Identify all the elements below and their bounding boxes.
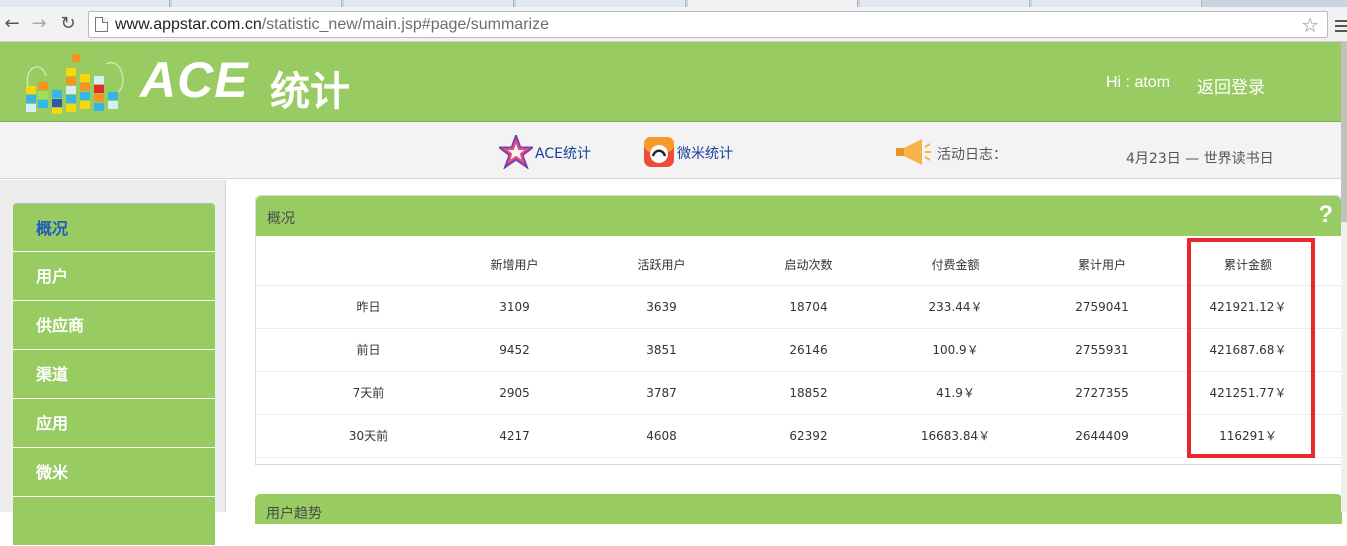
sidebar: 概况 用户 供应商 渠道 应用 微米 (0, 180, 226, 546)
column-header (296, 236, 441, 286)
table-cell: 18852 (789, 386, 828, 400)
column-header: 活跃用户 (637, 258, 686, 272)
activity-log-value: 4月23日 — 世界读书日 (1126, 151, 1274, 167)
forward-arrow-icon[interactable]: → (27, 13, 51, 35)
ace-stats-link[interactable]: ACE统计 (535, 143, 591, 163)
overview-panel-header: 概况 ? (256, 196, 1341, 236)
table-cell: 18704 (789, 300, 828, 314)
user-trend-panel: 用户趋势 (255, 494, 1342, 524)
table-cell: 2755931 (1075, 343, 1129, 357)
table-cell: 3639 (646, 300, 677, 314)
table-header-row: 新增用户 活跃用户 启动次数 付费金额 累计用户 累计金额 (256, 236, 1342, 286)
column-header: 新增用户 (490, 258, 539, 272)
table-cell: 3851 (646, 343, 677, 357)
table-row: 昨日 3109 3639 18704 233.44￥ 2759041 42192… (256, 286, 1342, 329)
relogin-link[interactable]: 返回登录 (1197, 73, 1265, 98)
ace-star-icon (499, 135, 533, 169)
url-text[interactable]: www.appstar.com.cn/statistic_new/main.js… (115, 16, 549, 34)
overview-title: 概况 (267, 211, 295, 227)
row-label: 30天前 (348, 429, 389, 443)
table-cell: 26146 (789, 343, 828, 357)
row-label: 7天前 (352, 386, 385, 400)
table-cell: 62392 (789, 429, 828, 443)
table-cell: 2727355 (1075, 386, 1129, 400)
table-cell: 233.44￥ (928, 300, 983, 314)
sidebar-item-more[interactable] (13, 497, 215, 546)
page-icon (95, 17, 108, 32)
table-cell: 3109 (499, 300, 530, 314)
highlight-box (1187, 238, 1315, 458)
table-cell: 41.9￥ (936, 386, 975, 400)
row-label: 前日 (356, 343, 381, 357)
browser-toolbar: ← → ↻ www.appstar.com.cn/statistic_new/m… (0, 7, 1347, 42)
column-header: 累计用户 (1077, 258, 1126, 272)
table-cell: 2644409 (1075, 429, 1129, 443)
row-label: 昨日 (356, 300, 381, 314)
weimi-icon (644, 137, 674, 167)
sidebar-item-apps[interactable]: 应用 (13, 399, 215, 448)
column-header: 付费金额 (931, 258, 980, 272)
table-cell: 4217 (499, 429, 530, 443)
back-arrow-icon[interactable]: ← (0, 13, 24, 35)
table-cell: 2905 (499, 386, 530, 400)
table-cell: 4608 (646, 429, 677, 443)
sidebar-item-overview[interactable]: 概况 (13, 203, 215, 252)
table-row: 7天前 2905 3787 18852 41.9￥ 2727355 421251… (256, 372, 1342, 415)
page-scrollbar[interactable] (1341, 42, 1347, 512)
help-icon[interactable]: ? (1318, 201, 1333, 229)
activity-log-label: 活动日志： (937, 147, 1007, 163)
logo-text: ACE (140, 52, 249, 108)
bookmark-star-icon[interactable]: ☆ (1301, 13, 1319, 37)
column-header: 启动次数 (784, 258, 833, 272)
table-row: 30天前 4217 4608 62392 16683.84￥ 2644409 1… (256, 415, 1342, 458)
browser-tab-strip[interactable] (0, 0, 1347, 7)
sidebar-item-weimi[interactable]: 微米 (13, 448, 215, 497)
address-bar[interactable]: www.appstar.com.cn/statistic_new/main.js… (88, 11, 1328, 38)
app-header: ACE 统计 Hi : atom 返回登录 (0, 42, 1341, 122)
logo-suffix: 统计 (270, 69, 350, 115)
megaphone-icon (896, 139, 931, 165)
sidebar-item-suppliers[interactable]: 供应商 (13, 301, 215, 350)
scrollbar-thumb[interactable] (1341, 42, 1347, 222)
table-row: 前日 9452 3851 26146 100.9￥ 2755931 421687… (256, 329, 1342, 372)
sidebar-item-channels[interactable]: 渠道 (13, 350, 215, 399)
weimi-stats-link[interactable]: 微米统计 (677, 143, 733, 163)
sidebar-item-users[interactable]: 用户 (13, 252, 215, 301)
user-greeting: Hi : atom (1106, 74, 1171, 91)
reload-icon[interactable]: ↻ (56, 13, 80, 35)
sub-navigation-bar: ACE统计 微米统计 活动日志： 4月23日 — 世界读书日 (0, 122, 1341, 179)
user-trend-title: 用户趋势 (266, 506, 322, 522)
table-cell: 9452 (499, 343, 530, 357)
table-cell: 16683.84￥ (920, 429, 991, 443)
table-cell: 2759041 (1075, 300, 1129, 314)
logo-blocks-icon (26, 54, 124, 114)
browser-menu-icon[interactable] (1335, 20, 1347, 34)
overview-panel: 概况 ? 新增用户 活跃用户 启动次数 付费金额 累计用户 累计金额 昨日 31… (255, 195, 1342, 465)
table-cell: 100.9￥ (932, 343, 979, 357)
table-cell: 3787 (646, 386, 677, 400)
